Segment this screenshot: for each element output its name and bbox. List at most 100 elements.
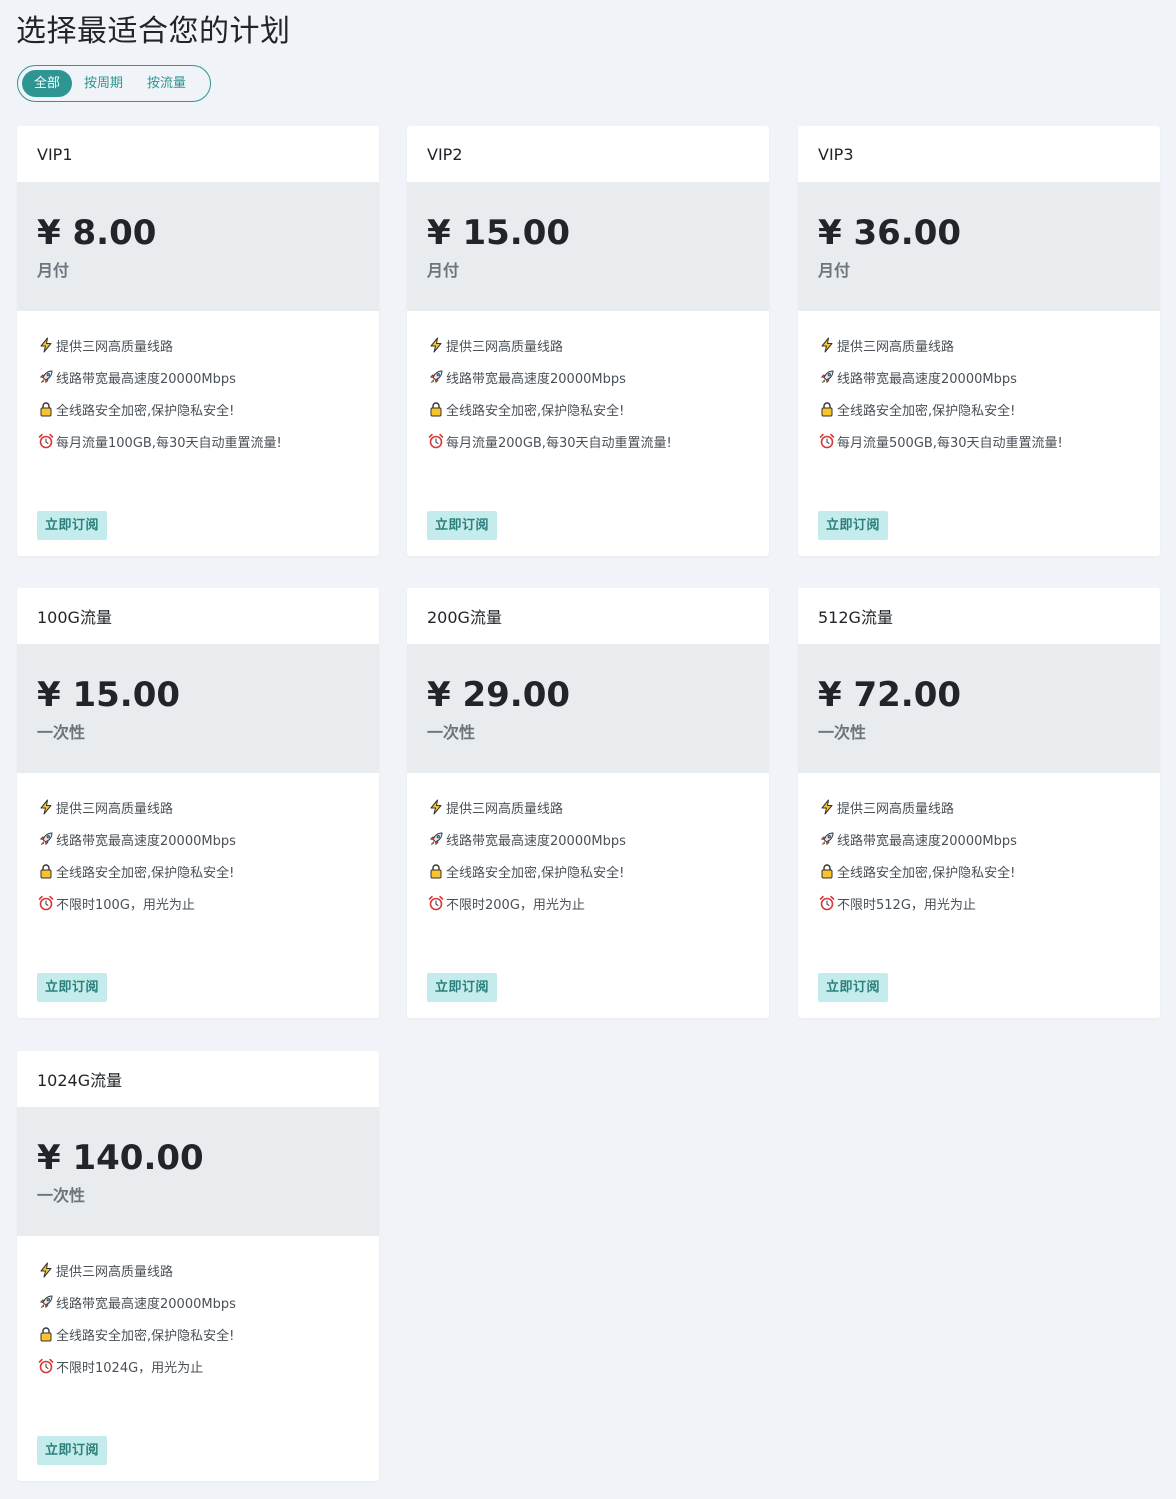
feature-text: 全线路安全加密,保护隐私安全!: [837, 403, 1016, 419]
feature-text: 提供三网高质量线路: [837, 801, 955, 817]
feature-item: 每月流量200GB,每30天自动重置流量!: [427, 415, 749, 457]
plan-period: 一次性: [427, 723, 476, 742]
feature-text: 每月流量200GB,每30天自动重置流量!: [446, 435, 672, 451]
feature-list: 提供三网高质量线路 线路带宽最高速度20000Mbps 全线路安全加密,保护隐私…: [17, 773, 379, 919]
feature-text: 全线路安全加密,保护隐私安全!: [446, 403, 625, 419]
plan-card: 512G流量 ¥ 72.00 一次性 提供三网高质量线路 线路带宽最高速度200…: [798, 588, 1160, 1018]
plan-period: 月付: [818, 261, 851, 280]
lightning-icon: [818, 337, 835, 354]
feature-item: 不限时1024G，用光为止: [37, 1340, 359, 1382]
subscribe-button[interactable]: 立即订阅: [818, 973, 889, 1002]
lock-icon: [427, 863, 444, 880]
plan-filter: 全部 按周期 按流量: [17, 65, 211, 102]
plan-card: VIP3 ¥ 36.00 月付 提供三网高质量线路 线路带宽最高速度20000M…: [798, 126, 1160, 556]
alarm-clock-icon: [37, 1358, 54, 1375]
subscribe-button[interactable]: 立即订阅: [37, 511, 108, 540]
rocket-icon: [37, 1294, 54, 1311]
lightning-icon: [37, 799, 54, 816]
feature-list: 提供三网高质量线路 线路带宽最高速度20000Mbps 全线路安全加密,保护隐私…: [17, 1236, 379, 1382]
lightning-icon: [427, 799, 444, 816]
lock-icon: [818, 863, 835, 880]
lightning-icon: [818, 799, 835, 816]
feature-item: 每月流量100GB,每30天自动重置流量!: [37, 415, 359, 457]
plan-name: 100G流量: [37, 608, 112, 627]
plan-price: ¥ 15.00: [427, 213, 571, 253]
plan-period: 月付: [37, 261, 70, 280]
feature-text: 提供三网高质量线路: [446, 339, 564, 355]
feature-list: 提供三网高质量线路 线路带宽最高速度20000Mbps 全线路安全加密,保护隐私…: [407, 773, 769, 919]
feature-item: 不限时200G，用光为止: [427, 877, 749, 919]
feature-text: 全线路安全加密,保护隐私安全!: [446, 865, 625, 881]
feature-text: 线路带宽最高速度20000Mbps: [56, 371, 236, 387]
subscribe-button[interactable]: 立即订阅: [427, 511, 498, 540]
rocket-icon: [37, 369, 54, 386]
lightning-icon: [37, 337, 54, 354]
feature-list: 提供三网高质量线路 线路带宽最高速度20000Mbps 全线路安全加密,保护隐私…: [407, 311, 769, 457]
subscribe-button[interactable]: 立即订阅: [37, 973, 108, 1002]
subscribe-button[interactable]: 立即订阅: [37, 1436, 108, 1465]
filter-all[interactable]: 全部: [22, 70, 73, 97]
feature-text: 每月流量100GB,每30天自动重置流量!: [56, 435, 282, 451]
plan-name: VIP3: [818, 144, 854, 164]
lock-icon: [37, 863, 54, 880]
plan-price-panel: ¥ 8.00 月付: [17, 182, 379, 311]
feature-text: 线路带宽最高速度20000Mbps: [56, 1296, 236, 1312]
plan-price-panel: ¥ 15.00 一次性: [17, 644, 379, 773]
rocket-icon: [427, 369, 444, 386]
page-title: 选择最适合您的计划: [16, 14, 291, 49]
lock-icon: [427, 401, 444, 418]
rocket-icon: [818, 831, 835, 848]
plan-card: 100G流量 ¥ 15.00 一次性 提供三网高质量线路 线路带宽最高速度200…: [17, 588, 379, 1018]
plan-card: 200G流量 ¥ 29.00 一次性 提供三网高质量线路 线路带宽最高速度200…: [407, 588, 769, 1018]
filter-by-period[interactable]: 按周期: [72, 70, 135, 97]
rocket-icon: [37, 831, 54, 848]
feature-text: 全线路安全加密,保护隐私安全!: [56, 865, 235, 881]
plan-price: ¥ 72.00: [818, 675, 962, 715]
plan-price: ¥ 29.00: [427, 675, 571, 715]
feature-text: 全线路安全加密,保护隐私安全!: [56, 1328, 235, 1344]
feature-item: 每月流量500GB,每30天自动重置流量!: [818, 415, 1140, 457]
feature-text: 提供三网高质量线路: [56, 339, 174, 355]
lock-icon: [818, 401, 835, 418]
plan-card: VIP1 ¥ 8.00 月付 提供三网高质量线路 线路带宽最高速度20000Mb…: [17, 126, 379, 556]
plan-name: VIP1: [37, 144, 73, 164]
subscribe-button[interactable]: 立即订阅: [427, 973, 498, 1002]
plans-page: 选择最适合您的计划 全部 按周期 按流量 VIP1 ¥ 8.00 月付 提供三网…: [0, 0, 1176, 1499]
plan-price-panel: ¥ 36.00 月付: [798, 182, 1160, 311]
feature-text: 不限时1024G，用光为止: [56, 1360, 204, 1376]
plan-name: 512G流量: [818, 608, 893, 627]
plan-period: 一次性: [818, 723, 867, 742]
feature-text: 线路带宽最高速度20000Mbps: [837, 833, 1017, 849]
feature-text: 每月流量500GB,每30天自动重置流量!: [837, 435, 1063, 451]
plan-price: ¥ 140.00: [37, 1138, 204, 1178]
feature-text: 不限时200G，用光为止: [446, 897, 585, 913]
feature-text: 线路带宽最高速度20000Mbps: [837, 371, 1017, 387]
filter-by-traffic[interactable]: 按流量: [135, 70, 198, 97]
plan-price: ¥ 36.00: [818, 213, 962, 253]
alarm-clock-icon: [818, 433, 835, 450]
alarm-clock-icon: [818, 895, 835, 912]
plan-period: 月付: [427, 261, 460, 280]
alarm-clock-icon: [37, 895, 54, 912]
plan-card: 1024G流量 ¥ 140.00 一次性 提供三网高质量线路 线路带宽最高速度2…: [17, 1051, 379, 1481]
feature-text: 全线路安全加密,保护隐私安全!: [56, 403, 235, 419]
plan-price-panel: ¥ 15.00 月付: [407, 182, 769, 311]
lightning-icon: [427, 337, 444, 354]
alarm-clock-icon: [427, 433, 444, 450]
subscribe-button[interactable]: 立即订阅: [818, 511, 889, 540]
feature-list: 提供三网高质量线路 线路带宽最高速度20000Mbps 全线路安全加密,保护隐私…: [798, 773, 1160, 919]
plan-price-panel: ¥ 29.00 一次性: [407, 644, 769, 773]
feature-text: 提供三网高质量线路: [837, 339, 955, 355]
plan-name: VIP2: [427, 144, 463, 164]
lock-icon: [37, 1326, 54, 1343]
lock-icon: [37, 401, 54, 418]
feature-text: 全线路安全加密,保护隐私安全!: [837, 865, 1016, 881]
feature-text: 不限时512G，用光为止: [837, 897, 976, 913]
feature-text: 线路带宽最高速度20000Mbps: [56, 833, 236, 849]
feature-text: 提供三网高质量线路: [56, 1264, 174, 1280]
lightning-icon: [37, 1262, 54, 1279]
plan-price: ¥ 8.00: [37, 213, 157, 253]
rocket-icon: [427, 831, 444, 848]
feature-text: 提供三网高质量线路: [56, 801, 174, 817]
alarm-clock-icon: [427, 895, 444, 912]
